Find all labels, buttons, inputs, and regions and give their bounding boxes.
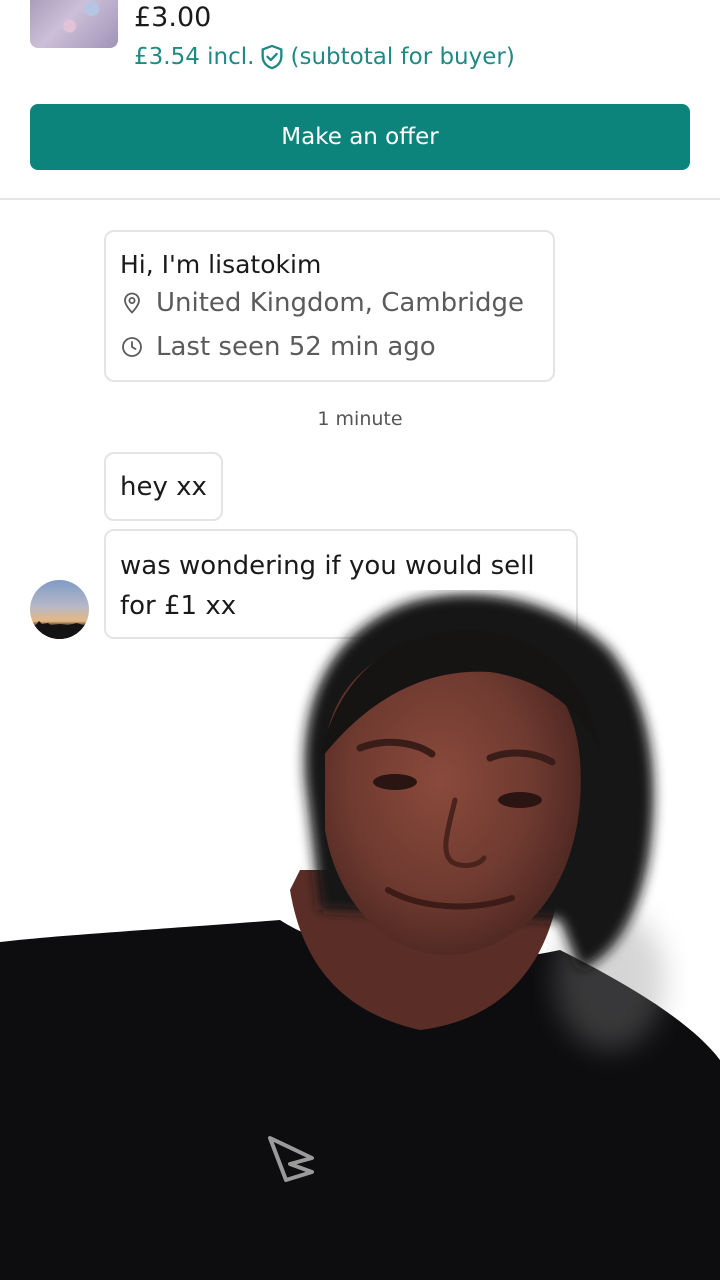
- header-divider: [0, 198, 720, 200]
- clock-icon: [120, 335, 144, 359]
- message-bubble[interactable]: hey xx: [104, 452, 223, 521]
- message-line: was wondering if you would sell: [120, 551, 535, 581]
- item-price: £3.00: [134, 2, 212, 33]
- item-thumbnail[interactable]: [30, 0, 118, 48]
- profile-location: United Kingdom, Cambridge: [120, 288, 524, 318]
- message-line: hey xx: [120, 472, 207, 502]
- profile-location-text: United Kingdom, Cambridge: [156, 288, 525, 318]
- profile-last-seen: Last seen 52 min ago: [120, 332, 436, 362]
- seller-profile-card[interactable]: Hi, I'm lisatokim United Kingdom, Cambri…: [104, 230, 555, 382]
- profile-last-seen-text: Last seen 52 min ago: [156, 332, 436, 362]
- make-offer-button[interactable]: Make an offer: [30, 104, 690, 170]
- location-pin-icon: [120, 291, 144, 315]
- shield-check-icon: [258, 43, 286, 71]
- person-overlay-photo: [0, 593, 720, 1280]
- message-timestamp: 1 minute: [317, 408, 403, 430]
- subtotal-note: (subtotal for buyer): [290, 44, 515, 70]
- price-incl-label: £3.54 incl.: [134, 44, 255, 70]
- buyer-subtotal[interactable]: £3.54 incl. (subtotal for buyer): [134, 43, 515, 71]
- profile-greeting: Hi, I'm lisatokim: [120, 250, 322, 279]
